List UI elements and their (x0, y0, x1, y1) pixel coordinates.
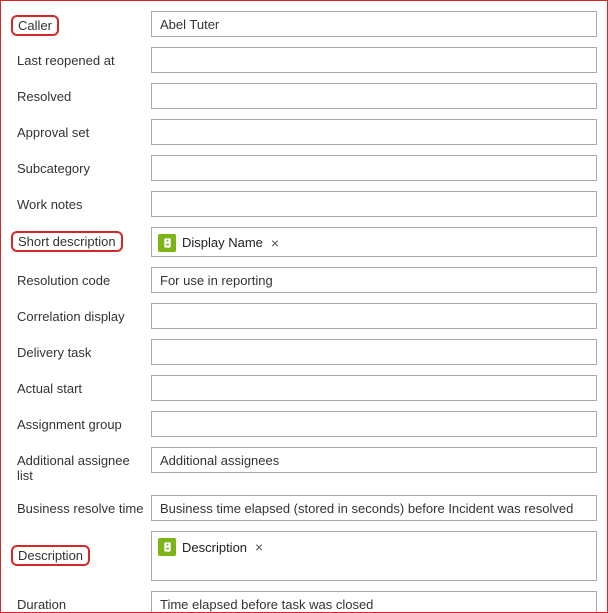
row-caller: Caller (11, 11, 597, 37)
last-reopened-at-input[interactable] (151, 47, 597, 73)
label-delivery-task: Delivery task (11, 343, 97, 362)
token-remove-icon[interactable]: × (269, 236, 281, 250)
approval-set-input[interactable] (151, 119, 597, 145)
row-last-reopened-at: Last reopened at (11, 47, 597, 73)
business-resolve-time-input[interactable] (151, 495, 597, 521)
delivery-task-input[interactable] (151, 339, 597, 365)
row-actual-start: Actual start (11, 375, 597, 401)
assignment-group-input[interactable] (151, 411, 597, 437)
row-additional-assignee-list: Additional assignee list (11, 447, 597, 485)
description-token-box[interactable]: Description × (151, 531, 597, 581)
dynamic-content-icon (158, 234, 176, 252)
resolved-input[interactable] (151, 83, 597, 109)
token-remove-icon[interactable]: × (253, 540, 265, 554)
short-description-token-box[interactable]: Display Name × (151, 227, 597, 257)
label-col: Caller (11, 11, 151, 36)
row-subcategory: Subcategory (11, 155, 597, 181)
subcategory-input[interactable] (151, 155, 597, 181)
additional-assignee-list-input[interactable] (151, 447, 597, 473)
row-description: Description Description × (11, 531, 597, 581)
label-short-description: Short description (11, 231, 123, 252)
label-actual-start: Actual start (11, 379, 88, 398)
label-work-notes: Work notes (11, 195, 89, 214)
form-container: Caller Last reopened at Resolved Approva… (0, 0, 608, 613)
token-text: Description (182, 540, 247, 555)
token-description[interactable]: Description × (158, 538, 265, 556)
duration-input[interactable] (151, 591, 597, 613)
label-last-reopened-at: Last reopened at (11, 51, 121, 70)
dynamic-content-icon (158, 538, 176, 556)
row-work-notes: Work notes (11, 191, 597, 217)
row-delivery-task: Delivery task (11, 339, 597, 365)
label-resolution-code: Resolution code (11, 271, 116, 290)
label-assignment-group: Assignment group (11, 415, 128, 434)
row-duration: Duration (11, 591, 597, 613)
actual-start-input[interactable] (151, 375, 597, 401)
label-business-resolve-time: Business resolve time (11, 499, 149, 518)
work-notes-input[interactable] (151, 191, 597, 217)
row-assignment-group: Assignment group (11, 411, 597, 437)
label-approval-set: Approval set (11, 123, 95, 142)
label-duration: Duration (11, 595, 72, 613)
label-additional-assignee-list: Additional assignee list (11, 451, 151, 485)
row-approval-set: Approval set (11, 119, 597, 145)
correlation-display-input[interactable] (151, 303, 597, 329)
row-short-description: Short description Display Name × (11, 227, 597, 257)
row-resolution-code: Resolution code (11, 267, 597, 293)
row-resolved: Resolved (11, 83, 597, 109)
input-col (151, 11, 597, 37)
label-resolved: Resolved (11, 87, 77, 106)
label-correlation-display: Correlation display (11, 307, 131, 326)
resolution-code-input[interactable] (151, 267, 597, 293)
caller-input[interactable] (151, 11, 597, 37)
row-business-resolve-time: Business resolve time (11, 495, 597, 521)
label-caller: Caller (11, 15, 59, 36)
label-subcategory: Subcategory (11, 159, 96, 178)
token-display-name[interactable]: Display Name × (158, 234, 281, 252)
row-correlation-display: Correlation display (11, 303, 597, 329)
label-description: Description (11, 545, 90, 566)
token-text: Display Name (182, 235, 263, 250)
